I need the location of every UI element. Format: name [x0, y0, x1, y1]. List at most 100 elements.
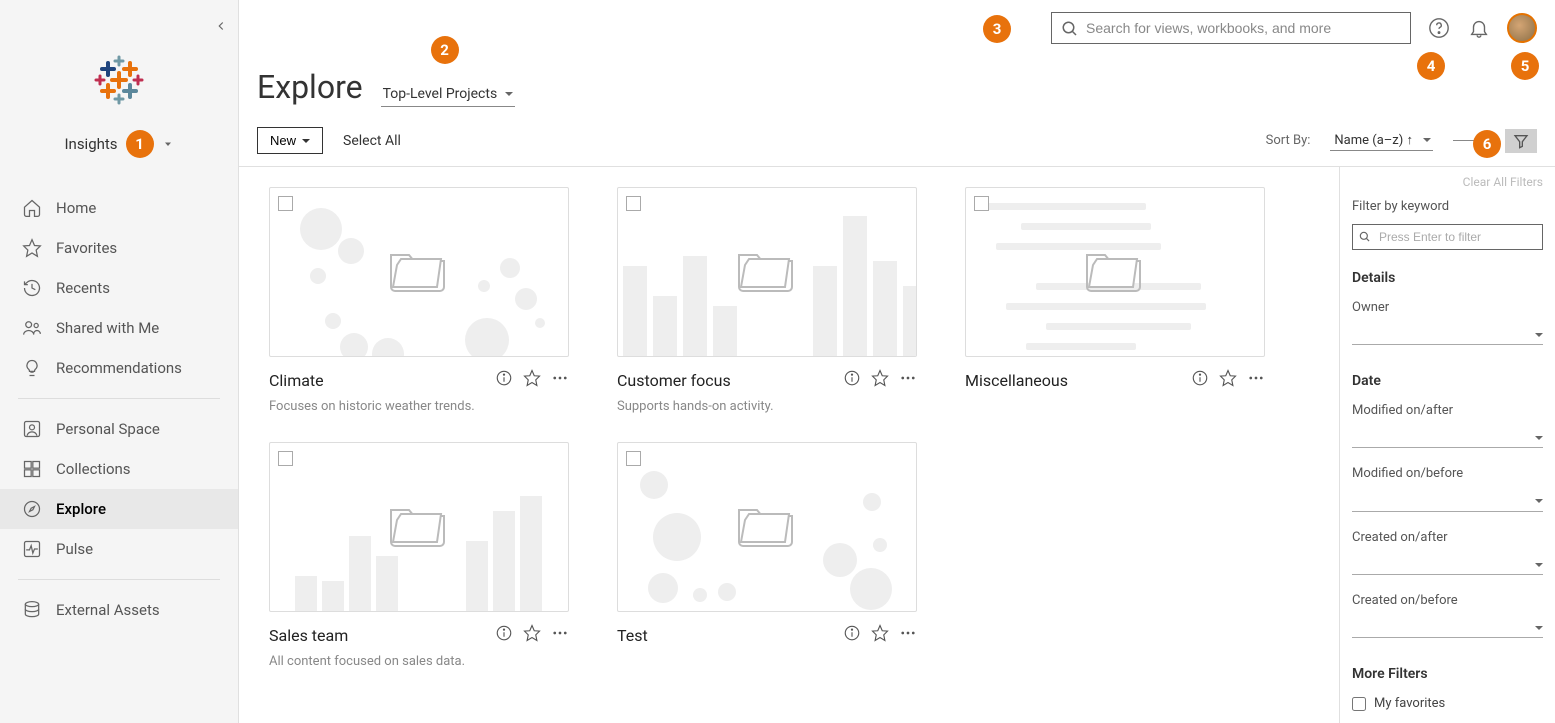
project-card[interactable]: Customer focusSupports hands-on activity… — [617, 187, 917, 414]
card-info-button[interactable] — [1191, 369, 1209, 391]
filter-created-before-select[interactable] — [1352, 618, 1543, 638]
card-checkbox[interactable] — [278, 196, 293, 211]
card-description: All content focused on sales data. — [269, 654, 569, 669]
toolbar: New Select All Sort By: Name (a–z) ↑ — [239, 107, 1555, 166]
card-info-button[interactable] — [495, 624, 513, 646]
nav-collections-label: Collections — [56, 460, 131, 478]
nav-divider-2 — [18, 579, 220, 580]
users-icon — [22, 318, 42, 338]
nav-explore[interactable]: Explore — [0, 489, 238, 529]
cards-grid: Climate Focuses on historic weather trend… — [269, 187, 1331, 669]
cards-area: Climate Focuses on historic weather trend… — [239, 167, 1339, 723]
scope-dropdown-label: Top-Level Projects — [383, 86, 498, 102]
search-input[interactable] — [1051, 12, 1411, 44]
nav-explore-label: Explore — [56, 500, 106, 518]
filter-details-title: Details — [1352, 270, 1543, 286]
card-thumbnail[interactable] — [965, 187, 1265, 357]
card-thumbnail[interactable] — [617, 442, 917, 612]
nav-personal-space[interactable]: Personal Space — [0, 409, 238, 449]
filter-owner-select[interactable] — [1352, 325, 1543, 345]
card-favorite-button[interactable] — [871, 369, 889, 391]
select-all-link[interactable]: Select All — [343, 133, 401, 149]
card-favorite-button[interactable] — [523, 624, 541, 646]
clock-icon — [22, 278, 42, 298]
main: 3 4 5 6 Explore Top-Level Projects 2 — [239, 0, 1555, 723]
card-title: Customer focus — [617, 371, 843, 390]
nav-recommendations[interactable]: Recommendations — [0, 348, 238, 388]
project-card[interactable]: Climate Focuses on historic weather trend… — [269, 187, 569, 414]
filter-more-title: More Filters — [1352, 666, 1543, 682]
filter-panel: Clear All Filters Filter by keyword Deta… — [1339, 167, 1555, 723]
grid-icon — [22, 459, 42, 479]
card-thumbnail[interactable] — [269, 187, 569, 357]
card-thumbnail[interactable] — [269, 442, 569, 612]
collapse-sidebar-button[interactable] — [214, 18, 228, 37]
header: Explore Top-Level Projects 2 — [239, 44, 1555, 107]
nav-pulse[interactable]: Pulse — [0, 529, 238, 569]
nav-recents-label: Recents — [56, 279, 110, 297]
sort-by-dropdown[interactable]: Name (a–z) ↑ — [1330, 130, 1433, 151]
card-checkbox[interactable] — [626, 196, 641, 211]
sort-by-label: Sort By: — [1266, 133, 1311, 148]
nav-tertiary: External Assets — [0, 590, 238, 630]
nav-collections[interactable]: Collections — [0, 449, 238, 489]
content: Climate Focuses on historic weather trend… — [239, 167, 1555, 723]
card-title: Sales team — [269, 626, 495, 645]
project-card[interactable]: Miscellaneous — [965, 187, 1265, 414]
filter-mod-after-select[interactable] — [1352, 428, 1543, 448]
filter-created-before-label: Created on/before — [1352, 593, 1543, 608]
folder-icon — [389, 500, 449, 554]
card-info-button[interactable] — [843, 624, 861, 646]
card-checkbox[interactable] — [974, 196, 989, 211]
nav-external-assets[interactable]: External Assets — [0, 590, 238, 630]
nav-pulse-label: Pulse — [56, 540, 93, 558]
nav-recents[interactable]: Recents — [0, 268, 238, 308]
folder-icon — [1085, 245, 1145, 299]
filter-my-favorites-row[interactable]: My favorites — [1352, 696, 1543, 711]
filter-mod-before-select[interactable] — [1352, 491, 1543, 511]
nav-divider — [18, 398, 220, 399]
card-more-button[interactable] — [551, 624, 569, 646]
filter-keyword-input[interactable] — [1352, 224, 1543, 250]
card-checkbox[interactable] — [278, 451, 293, 466]
card-favorite-button[interactable] — [1219, 369, 1237, 391]
filter-toggle-button[interactable] — [1505, 129, 1537, 153]
notifications-button[interactable] — [1467, 16, 1491, 40]
nav-favorites[interactable]: Favorites — [0, 228, 238, 268]
card-thumbnail[interactable] — [617, 187, 917, 357]
star-icon — [22, 238, 42, 258]
help-button[interactable] — [1427, 16, 1451, 40]
filter-my-favorites-checkbox[interactable] — [1352, 697, 1366, 711]
nav-home[interactable]: Home — [0, 188, 238, 228]
site-selector[interactable]: Insights 1 — [0, 130, 238, 158]
nav-personal-space-label: Personal Space — [56, 420, 160, 438]
card-description: Focuses on historic weather trends. — [269, 399, 569, 414]
annotation-badge-3: 3 — [983, 15, 1011, 43]
project-card[interactable]: Sales team All content focused on sales d… — [269, 442, 569, 669]
card-favorite-button[interactable] — [523, 369, 541, 391]
card-more-button[interactable] — [551, 369, 569, 391]
annotation-badge-4: 4 — [1417, 52, 1445, 80]
card-info-button[interactable] — [843, 369, 861, 391]
bell-icon — [1468, 17, 1490, 39]
nav-shared[interactable]: Shared with Me — [0, 308, 238, 348]
nav-secondary: Personal Space Collections Explore Pulse — [0, 409, 238, 569]
folder-icon — [737, 500, 797, 554]
card-more-button[interactable] — [1247, 369, 1265, 391]
card-title: Climate — [269, 371, 495, 390]
search-icon — [1358, 230, 1372, 244]
scope-dropdown[interactable]: Top-Level Projects — [381, 82, 516, 107]
card-more-button[interactable] — [899, 369, 917, 391]
user-avatar[interactable] — [1507, 13, 1537, 43]
filter-created-after-select[interactable] — [1352, 555, 1543, 575]
card-checkbox[interactable] — [626, 451, 641, 466]
project-card[interactable]: Test — [617, 442, 917, 669]
folder-icon — [389, 245, 449, 299]
card-more-button[interactable] — [899, 624, 917, 646]
nav-home-label: Home — [56, 199, 96, 217]
clear-all-filters[interactable]: Clear All Filters — [1352, 175, 1543, 189]
card-favorite-button[interactable] — [871, 624, 889, 646]
card-info-button[interactable] — [495, 369, 513, 391]
new-button[interactable]: New — [257, 127, 323, 154]
annotation-badge-1: 1 — [126, 130, 154, 158]
